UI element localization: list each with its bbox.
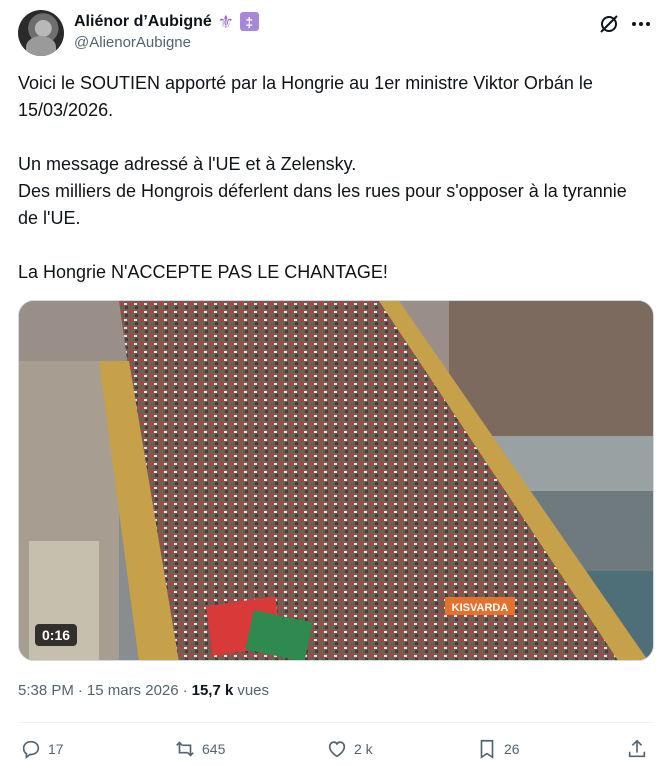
video-thumbnail: KISVARDA: [19, 301, 653, 660]
fleur-de-lis-icon: ⚜: [217, 11, 234, 32]
repost-icon: [176, 741, 194, 757]
more-options-icon[interactable]: [630, 13, 652, 35]
tweet-meta: 5:38 PM · 15 mars 2026 · 15,7 k vues: [18, 682, 269, 699]
divider: [18, 722, 654, 723]
action-bar: 17 645 2 k 26: [18, 734, 654, 764]
tweet-header: Aliénor d’Aubigné ⚜ ‡ @AlienorAubigne: [18, 10, 654, 58]
tweet-time[interactable]: 5:38 PM: [18, 682, 74, 699]
heart-icon: [328, 741, 346, 758]
bookmark-count: 26: [504, 741, 520, 757]
share-button[interactable]: [626, 738, 648, 760]
tweet-text: Voici le SOUTIEN apporté par la Hongrie …: [18, 73, 627, 282]
author-name-row: Aliénor d’Aubigné ⚜ ‡: [74, 12, 259, 31]
meta-separator: ·: [77, 682, 83, 699]
repost-count: 645: [202, 741, 226, 757]
cross-of-lorraine-icon: ‡: [239, 12, 259, 31]
like-button[interactable]: 2 k: [326, 738, 373, 760]
banner-text: KISVARDA: [452, 602, 509, 614]
views-count: 15,7 k: [191, 682, 234, 699]
video-duration: 0:16: [35, 624, 78, 646]
reply-button[interactable]: 17: [20, 738, 64, 760]
meta-separator: ·: [182, 682, 188, 699]
share-icon: [628, 739, 646, 758]
like-count: 2 k: [354, 741, 373, 757]
avatar[interactable]: [18, 10, 64, 56]
grok-icon[interactable]: [598, 13, 620, 35]
bookmark-icon: [480, 739, 494, 759]
author-handle[interactable]: @AlienorAubigne: [74, 34, 191, 51]
reply-count: 17: [48, 741, 64, 757]
reply-icon: [22, 740, 40, 759]
author-display-name[interactable]: Aliénor d’Aubigné: [74, 13, 212, 31]
tweet-date[interactable]: 15 mars 2026: [87, 682, 179, 699]
bookmark-button[interactable]: 26: [476, 738, 520, 760]
repost-button[interactable]: 645: [174, 738, 225, 760]
video-player[interactable]: KISVARDA 0:16: [18, 300, 654, 661]
views-label: vues: [237, 682, 270, 699]
